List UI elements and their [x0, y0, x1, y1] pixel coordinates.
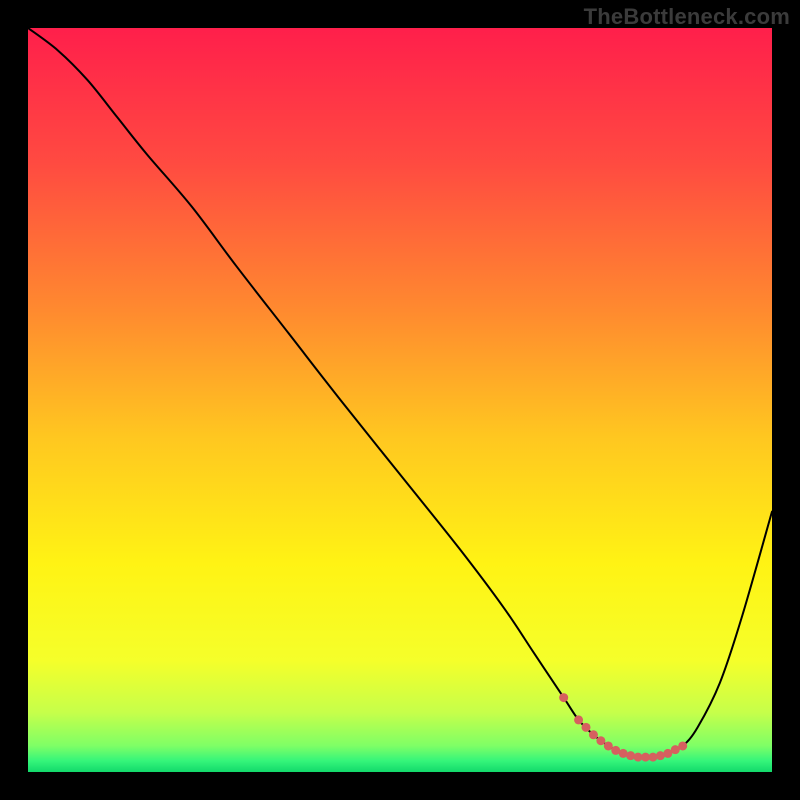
chart-frame: TheBottleneck.com: [0, 0, 800, 800]
watermark-text: TheBottleneck.com: [584, 4, 790, 30]
chart-svg: [28, 28, 772, 772]
valley-dot: [678, 741, 687, 750]
plot-area: [28, 28, 772, 772]
valley-dot: [589, 730, 598, 739]
valley-dot: [648, 753, 657, 762]
valley-dot: [582, 723, 591, 732]
valley-dot: [559, 693, 568, 702]
valley-dot: [574, 715, 583, 724]
gradient-rect: [28, 28, 772, 772]
valley-dot: [596, 736, 605, 745]
valley-dot: [626, 751, 635, 760]
